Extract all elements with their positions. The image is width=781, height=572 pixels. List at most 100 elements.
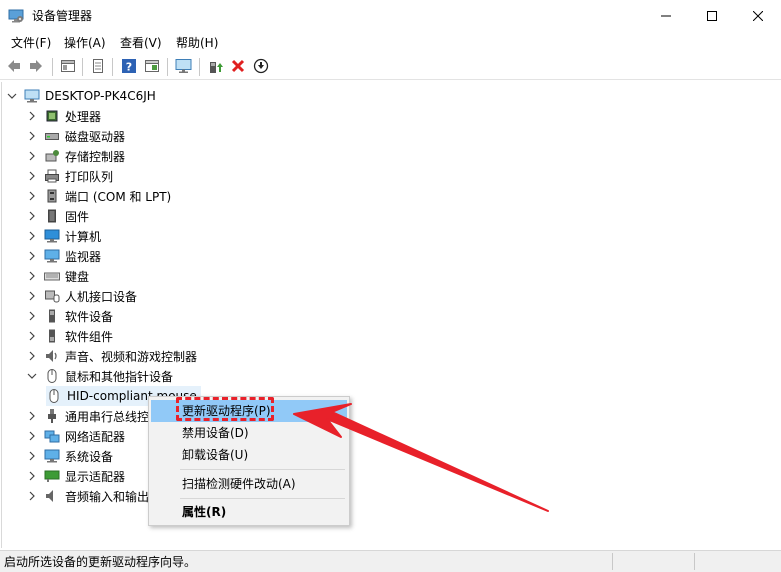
monitor-button[interactable] bbox=[174, 57, 194, 77]
close-button[interactable] bbox=[735, 0, 781, 32]
print-icon bbox=[90, 58, 106, 77]
chevron-right-icon[interactable] bbox=[26, 310, 38, 322]
uninstall-button[interactable] bbox=[228, 57, 248, 77]
chevron-right-icon[interactable] bbox=[26, 190, 38, 202]
tree-item-category[interactable]: 网络适配器 bbox=[26, 426, 125, 446]
menu-item-update-driver[interactable]: 更新驱动程序(P) bbox=[151, 400, 347, 422]
tree-item-category[interactable]: 声音、视频和游戏控制器 bbox=[26, 346, 197, 366]
device-tree[interactable]: DESKTOP-PK4C6JH 处理器磁盘驱动器存储控制器打印队列端口 (COM… bbox=[1, 82, 780, 548]
tree-item-category[interactable]: 端口 (COM 和 LPT) bbox=[26, 186, 171, 206]
disk-drive-icon bbox=[44, 128, 60, 144]
tree-item-category[interactable]: 键盘 bbox=[26, 266, 89, 286]
chevron-right-icon[interactable] bbox=[26, 490, 38, 502]
tree-item-category[interactable]: 音频输入和输出 bbox=[26, 486, 149, 506]
tree-item-label: 系统设备 bbox=[65, 449, 114, 464]
properties-pane-button[interactable] bbox=[58, 57, 78, 77]
minimize-button[interactable] bbox=[643, 0, 689, 32]
tree-item-label: 声音、视频和游戏控制器 bbox=[65, 349, 198, 364]
back-button[interactable] bbox=[4, 57, 24, 77]
tree-item-category[interactable]: 系统设备 bbox=[26, 446, 113, 466]
menu-action[interactable]: 操作(A) bbox=[64, 35, 106, 51]
toolbar-separator bbox=[167, 58, 168, 76]
status-divider bbox=[694, 553, 695, 570]
menu-bar: 文件(F) 操作(A) 查看(V) 帮助(H) bbox=[0, 32, 781, 54]
tree-item-category[interactable]: 计算机 bbox=[26, 226, 101, 246]
tree-item-label: 存储控制器 bbox=[65, 149, 126, 164]
chevron-right-icon[interactable] bbox=[26, 230, 38, 242]
menu-item-uninstall-device[interactable]: 卸载设备(U) bbox=[151, 444, 347, 466]
computer-icon bbox=[44, 228, 60, 244]
menu-item-disable-device[interactable]: 禁用设备(D) bbox=[151, 422, 347, 444]
tree-item-label: 软件组件 bbox=[65, 329, 114, 344]
tree-item-label: 显示适配器 bbox=[65, 469, 126, 484]
chevron-right-icon[interactable] bbox=[26, 430, 38, 442]
view-icon bbox=[144, 58, 160, 77]
help-button[interactable]: ? bbox=[119, 57, 139, 77]
processor-icon bbox=[44, 108, 60, 124]
tree-item-category[interactable]: 软件组件 bbox=[26, 326, 113, 346]
tree-item-label: 监视器 bbox=[65, 249, 102, 264]
chevron-right-icon[interactable] bbox=[26, 290, 38, 302]
chevron-right-icon[interactable] bbox=[26, 170, 38, 182]
menu-item-properties[interactable]: 属性(R) bbox=[151, 501, 347, 523]
tree-item-category[interactable]: 人机接口设备 bbox=[26, 286, 137, 306]
maximize-icon bbox=[707, 11, 717, 21]
chevron-down-icon[interactable] bbox=[26, 370, 38, 382]
menu-item-scan-hardware[interactable]: 扫描检测硬件改动(A) bbox=[151, 473, 347, 495]
chevron-right-icon[interactable] bbox=[26, 410, 38, 422]
view-button[interactable] bbox=[142, 57, 162, 77]
software-component-icon bbox=[44, 328, 60, 344]
menu-file[interactable]: 文件(F) bbox=[11, 35, 51, 51]
tree-item-label: 计算机 bbox=[65, 229, 102, 244]
tree-item-category[interactable]: 鼠标和其他指针设备 bbox=[26, 366, 173, 386]
help-icon: ? bbox=[121, 58, 137, 77]
menu-help[interactable]: 帮助(H) bbox=[176, 35, 218, 51]
chevron-right-icon[interactable] bbox=[26, 210, 38, 222]
chevron-right-icon[interactable] bbox=[26, 150, 38, 162]
tree-item-category[interactable]: 显示适配器 bbox=[26, 466, 125, 486]
tree-item-category[interactable]: 磁盘驱动器 bbox=[26, 126, 125, 146]
tree-root-label: DESKTOP-PK4C6JH bbox=[45, 89, 156, 103]
download-button[interactable] bbox=[251, 57, 271, 77]
tree-item-label: 磁盘驱动器 bbox=[65, 129, 126, 144]
tree-item-label: 打印队列 bbox=[65, 169, 114, 184]
keyboard-icon bbox=[44, 268, 60, 284]
chevron-right-icon[interactable] bbox=[26, 350, 38, 362]
update-driver-button[interactable] bbox=[205, 57, 225, 77]
tree-item-category[interactable]: 处理器 bbox=[26, 106, 101, 126]
computer-icon bbox=[24, 88, 40, 104]
forward-button[interactable] bbox=[26, 57, 46, 77]
printer-icon bbox=[44, 168, 60, 184]
tree-item-category[interactable]: 软件设备 bbox=[26, 306, 113, 326]
update-driver-icon bbox=[207, 58, 223, 77]
print-button[interactable] bbox=[88, 57, 108, 77]
tree-item-category[interactable]: 打印队列 bbox=[26, 166, 113, 186]
maximize-button[interactable] bbox=[689, 0, 735, 32]
menu-separator bbox=[180, 498, 345, 499]
tree-root[interactable]: DESKTOP-PK4C6JH bbox=[6, 86, 156, 106]
chevron-right-icon[interactable] bbox=[26, 110, 38, 122]
chevron-right-icon[interactable] bbox=[26, 270, 38, 282]
tree-item-label: 固件 bbox=[65, 209, 90, 224]
chevron-right-icon[interactable] bbox=[26, 470, 38, 482]
tree-item-label: 鼠标和其他指针设备 bbox=[65, 369, 174, 384]
storage-controller-icon bbox=[44, 148, 60, 164]
firmware-icon bbox=[44, 208, 60, 224]
chevron-right-icon[interactable] bbox=[26, 450, 38, 462]
tree-item-category[interactable]: 固件 bbox=[26, 206, 89, 226]
chevron-right-icon[interactable] bbox=[26, 130, 38, 142]
chevron-down-icon[interactable] bbox=[6, 90, 18, 102]
menu-separator bbox=[180, 469, 345, 470]
chevron-right-icon[interactable] bbox=[26, 250, 38, 262]
properties-pane-icon bbox=[60, 58, 76, 77]
forward-icon bbox=[28, 58, 44, 77]
monitor-icon bbox=[44, 248, 60, 264]
tree-item-category[interactable]: 监视器 bbox=[26, 246, 101, 266]
usb-icon bbox=[44, 408, 60, 424]
tree-item-label: 网络适配器 bbox=[65, 429, 126, 444]
chevron-right-icon[interactable] bbox=[26, 330, 38, 342]
mouse-icon bbox=[46, 388, 62, 404]
tree-item-category[interactable]: 存储控制器 bbox=[26, 146, 125, 166]
hid-icon bbox=[44, 288, 60, 304]
menu-view[interactable]: 查看(V) bbox=[120, 35, 162, 51]
